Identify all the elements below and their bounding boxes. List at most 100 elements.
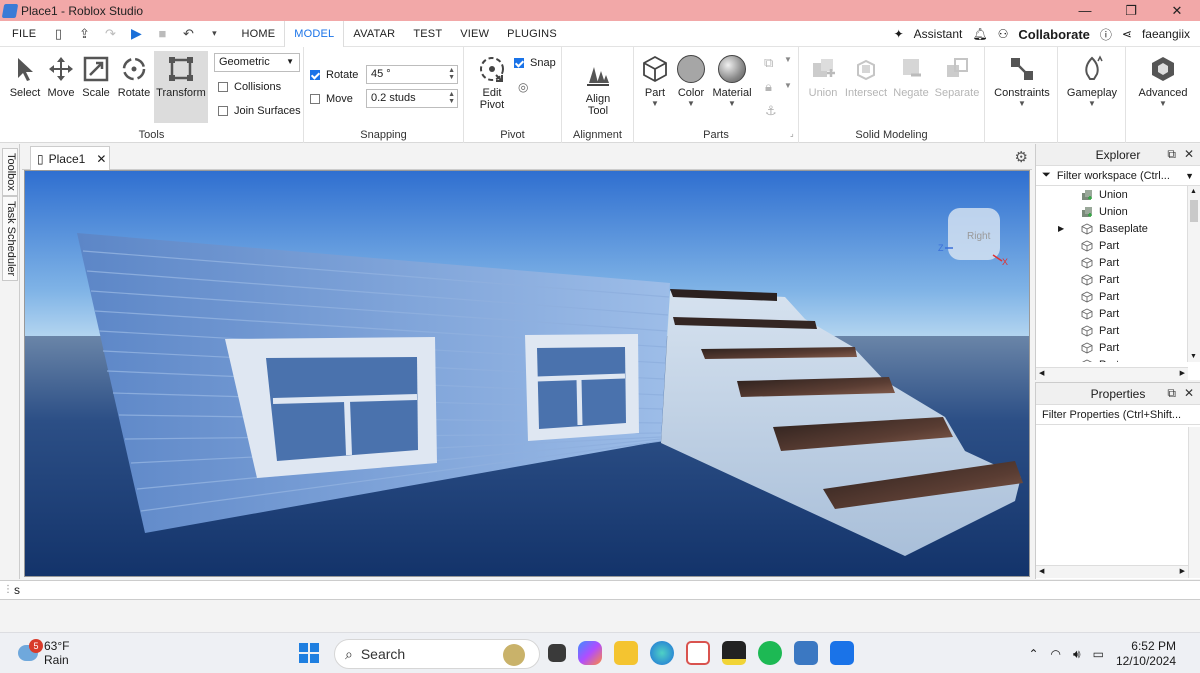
file-menu[interactable]: FILE [0,28,48,40]
spinner-icon[interactable]: ▲ ▼ [448,91,455,105]
chevron-down-icon[interactable]: ▼ [1132,99,1194,108]
close-icon[interactable]: ✕ [1184,386,1194,401]
transform-mode-select[interactable]: Geometric ▼ [214,53,300,72]
spotify-icon[interactable] [758,641,782,665]
customize-dropdown-icon[interactable]: ▾ [206,28,222,39]
edge-icon[interactable] [650,641,674,665]
undo-icon[interactable]: ↶ [180,26,196,42]
explorer-tree-item[interactable]: Part [1036,339,1200,356]
collaborate-button[interactable]: Collaborate [1018,27,1090,42]
chevron-up-icon[interactable]: ⌃ [1028,647,1038,661]
explorer-tree-item[interactable]: ▶ Baseplate [1036,220,1200,237]
copilot-icon[interactable] [578,641,602,665]
advanced-button[interactable]: Advanced ▼ [1132,55,1194,108]
rotate-snap-checkbox-box[interactable] [310,70,320,80]
tab-test[interactable]: TEST [404,21,451,47]
viewport-scene[interactable]: Right Z X [25,171,1030,577]
pivot-snap-checkbox-box[interactable] [514,58,524,68]
explorer-hscrollbar[interactable]: ◀ ▶ [1036,367,1188,380]
explorer-scrollbar[interactable]: ▲ ▼ [1187,186,1200,362]
volume-icon[interactable]: 🔊︎ [1073,647,1081,662]
explorer-tree-item[interactable]: Part [1036,356,1200,362]
scroll-thumb[interactable] [1190,200,1198,222]
stop-icon[interactable]: ■ [154,26,170,41]
task-scheduler-tab[interactable]: Task Scheduler [2,196,18,282]
properties-scrollbar[interactable] [1188,427,1200,578]
edit-pivot-button[interactable]: Edit Pivot [470,55,514,111]
redo-icon[interactable]: ↷ [102,26,118,42]
scale-tool-button[interactable]: Scale [75,55,117,99]
anchor-icon[interactable]: ⚓︎ [765,103,777,119]
snipping-tool-icon[interactable] [686,641,710,665]
negate-button[interactable]: Negate [890,55,932,99]
explorer-tree-item[interactable]: Part [1036,305,1200,322]
move-snap-input[interactable]: 0.2 studs ▲ ▼ [366,89,458,108]
assistant-button[interactable]: Assistant [914,27,963,41]
close-tab-icon[interactable]: ✕ [96,152,106,166]
move-snap-checkbox-box[interactable] [310,94,320,104]
file-explorer-icon[interactable] [614,641,638,665]
rotate-tool-button[interactable]: Rotate [113,55,155,99]
expand-arrow-icon[interactable]: ▶ [1058,224,1064,233]
tab-view[interactable]: VIEW [451,21,498,47]
explorer-tree-item[interactable]: Part [1036,271,1200,288]
properties-hscrollbar[interactable]: ◀ ▶ [1036,565,1188,578]
close-button[interactable]: ✕ [1154,0,1200,21]
tab-plugins[interactable]: PLUGINS [498,21,566,47]
explorer-filter-input[interactable]: ⏷ Filter workspace (Ctrl... ▼ [1036,166,1200,186]
scroll-right-icon[interactable]: ▶ [1180,567,1185,575]
collisions-checkbox-box[interactable] [218,82,228,92]
scroll-up-icon[interactable]: ▲ [1190,188,1197,195]
explorer-tree-item[interactable]: Union [1036,186,1200,203]
undock-icon[interactable]: ⧉ [1167,386,1176,401]
drag-handle-icon[interactable]: ⋮ [3,584,13,595]
rotate-snap-input[interactable]: 45 ° ▲ ▼ [366,65,458,84]
step-top[interactable] [701,347,857,359]
separate-button[interactable]: Separate [933,55,981,99]
transform-tool-button[interactable]: Transform [154,51,208,123]
gear-icon[interactable]: ⚙ [1015,148,1028,166]
close-icon[interactable]: ✕ [1184,147,1194,162]
wifi-icon[interactable]: ◠ [1051,647,1061,661]
properties-filter-input[interactable]: Filter Properties (Ctrl+Shift... [1036,405,1200,425]
tab-avatar[interactable]: AVATAR [344,21,404,47]
weather-widget[interactable]: 5 63°F Rain [18,639,69,667]
collisions-checkbox[interactable]: Collisions [218,81,281,93]
sticky-notes-icon[interactable] [722,641,746,665]
constraints-button[interactable]: Constraints ▼ [989,55,1055,108]
group-icon[interactable]: ⧉ [764,55,773,71]
align-tool-button[interactable]: Align Tool [576,61,620,117]
chevron-down-icon[interactable]: ▼ [1062,99,1122,108]
command-bar[interactable]: ⋮ s [0,580,1200,600]
explorer-tree-item[interactable]: Part [1036,322,1200,339]
help-icon[interactable]: ⓘ [1100,26,1112,43]
pivot-snap-checkbox[interactable]: Snap [514,57,556,69]
chevron-down-icon[interactable]: ▼ [670,99,712,108]
pivot-settings-icon[interactable]: ◎ [518,80,528,94]
spinner-icon[interactable]: ▲ ▼ [448,67,455,81]
tab-place1[interactable]: ▯ Place1 ✕ [30,146,110,170]
3d-viewport[interactable]: Right Z X [24,170,1030,577]
minimize-button[interactable]: — [1062,0,1108,21]
gameplay-button[interactable]: Gameplay ▼ [1062,55,1122,108]
tab-model[interactable]: MODEL [284,20,345,47]
user-account-button[interactable]: faeangiix [1142,27,1190,41]
explorer-tree-item[interactable]: Part [1036,254,1200,271]
intersect-button[interactable]: Intersect [843,55,889,99]
undock-icon[interactable]: ⧉ [1167,147,1176,162]
chevron-down-icon[interactable]: ▼ [710,99,754,108]
assistant-icon[interactable]: ✦ [894,27,904,41]
chevron-down-icon[interactable]: ▼ [784,81,792,90]
move-snap-checkbox[interactable]: Move [310,93,353,105]
color-button[interactable]: Color ▼ [670,55,712,108]
join-surfaces-checkbox-box[interactable] [218,106,228,116]
share-icon[interactable]: ⋖ [1122,27,1132,41]
material-button[interactable]: Material ▼ [710,55,754,108]
join-surfaces-checkbox[interactable]: Join Surfaces [218,105,301,117]
new-file-icon[interactable]: ▯ [50,26,66,42]
explorer-tree-item[interactable]: Part [1036,288,1200,305]
explorer-tree-item[interactable]: Part [1036,237,1200,254]
publish-icon[interactable]: ⇪ [76,26,92,42]
roblox-studio-taskbar-icon[interactable] [830,641,854,665]
rotate-snap-checkbox[interactable]: Rotate [310,69,358,81]
